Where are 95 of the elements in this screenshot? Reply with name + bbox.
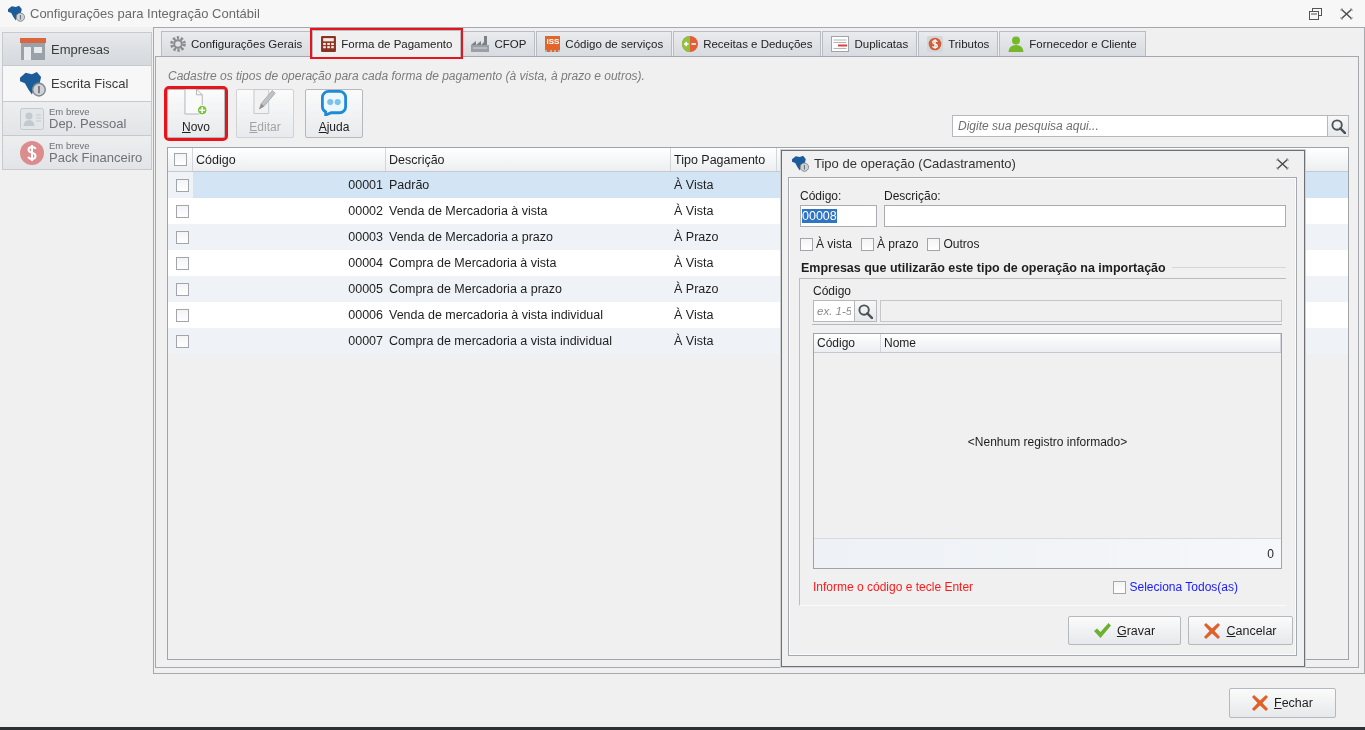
chat-icon: [321, 90, 347, 116]
table-cell-text: Compra de Mercadoria a prazo: [388, 281, 563, 298]
plus-minus-icon: [682, 36, 699, 52]
select-all-label[interactable]: Seleciona Todos(as): [1129, 580, 1238, 594]
cancel-button[interactable]: Cancelar: [1188, 616, 1293, 645]
map-coin-icon: [792, 155, 809, 172]
checkbox[interactable]: [175, 308, 189, 322]
checkbox[interactable]: [175, 230, 189, 244]
column-header[interactable]: Tipo Pagamento: [671, 148, 777, 171]
gear-icon: [170, 36, 186, 52]
id-badge-icon: [20, 107, 44, 130]
iss-tag: ISS: [545, 36, 561, 52]
map-coin-icon: [8, 5, 25, 22]
toolbar-button[interactable]: Ajuda: [305, 89, 363, 138]
table-cell-text: À Vista: [673, 332, 715, 350]
restore-window-icon[interactable]: [1309, 7, 1322, 20]
search-button[interactable]: [1328, 115, 1349, 137]
column-header[interactable]: Descrição: [386, 148, 671, 171]
table-cell-text: 00002: [347, 203, 384, 220]
checkbox[interactable]: [175, 282, 189, 296]
table-cell-text: À Prazo: [673, 228, 720, 246]
description-field[interactable]: [884, 205, 1286, 227]
table-cell-text: Venda de Mercadoria à vista: [388, 203, 549, 220]
cross-icon: [1252, 695, 1269, 711]
search-field[interactable]: Digite sua pesquisa aqui...: [952, 115, 1328, 137]
check-icon: [1093, 623, 1111, 638]
tab[interactable]: Fornecedor e Cliente: [999, 31, 1146, 56]
table-cell-text: À Vista: [673, 254, 715, 272]
table-cell-text: À Prazo: [673, 280, 720, 298]
instruction-text: Cadastre os tipos de operação para cada forma de pagamento (à vista, à prazo e outros).: [167, 68, 646, 84]
dollar-coin-icon: [20, 140, 44, 165]
table-cell: À Vista: [671, 172, 777, 198]
table-cell-text: 00006: [347, 307, 384, 324]
tab[interactable]: CFOP: [462, 31, 536, 56]
checkbox-label[interactable]: À prazo: [877, 237, 919, 251]
window-title: Configurações para Integração Contábil: [30, 6, 260, 21]
checkbox[interactable]: [1113, 580, 1127, 594]
empty-message: <Nenhum registro informado>: [967, 434, 1128, 449]
column-header[interactable]: Código: [814, 334, 881, 352]
pencil-document-icon: [253, 88, 277, 116]
tab[interactable]: Forma de Pagamento: [312, 30, 462, 57]
search-icon: [1330, 118, 1346, 134]
sidebar-item[interactable]: Empresas: [2, 32, 152, 66]
new-document-icon: [184, 88, 208, 116]
close-button[interactable]: Fechar: [1229, 688, 1336, 718]
search-button[interactable]: [855, 300, 877, 322]
tab[interactable]: ISS Código de serviços: [536, 31, 673, 56]
toolbar-button[interactable]: Novo: [167, 89, 225, 138]
search-icon: [858, 303, 873, 319]
table-cell-text: 00005: [347, 281, 384, 298]
hint-text: Informe o código e tecle Enter: [813, 580, 974, 594]
checkbox[interactable]: [175, 256, 189, 270]
table-cell-text: Venda de mercadoria à vista individual: [388, 307, 605, 324]
dialog-title: Tipo de operação (Cadastramento): [814, 156, 1016, 171]
checkbox[interactable]: [175, 204, 189, 218]
table-cell-text: 00007: [347, 333, 384, 350]
table-cell-text: À Vista: [673, 306, 715, 324]
table-cell: 00001: [193, 172, 386, 198]
table-cell: Padrão: [386, 172, 671, 198]
checkbox[interactable]: [927, 237, 941, 251]
dollar-coin-icon: [927, 36, 944, 52]
cross-icon: [1204, 622, 1221, 639]
checkbox[interactable]: [173, 153, 187, 166]
table-cell-text: Compra de mercadoria a vista individual: [388, 333, 614, 350]
checkbox-label[interactable]: À vista: [816, 237, 852, 251]
sidebar-item[interactable]: Escrita Fiscal: [2, 66, 152, 102]
record-count: 0: [1267, 546, 1274, 561]
table-cell-text: 00003: [347, 229, 384, 246]
tab[interactable]: Tributos: [918, 31, 999, 56]
checkbox[interactable]: [175, 334, 189, 348]
tab[interactable]: Receitas e Deduções: [673, 31, 822, 56]
table-cell-text: Venda de Mercadoria a prazo: [388, 229, 554, 246]
checkbox[interactable]: [861, 237, 874, 251]
tab[interactable]: Duplicatas: [822, 31, 918, 56]
column-header[interactable]: Código: [193, 148, 386, 171]
checkbox[interactable]: [175, 178, 189, 192]
column-header[interactable]: Nome: [881, 334, 1281, 352]
table-cell-text: 00004: [347, 255, 384, 272]
table-cell-text: Compra de Mercadoria à vista: [388, 255, 558, 272]
save-button[interactable]: Gravar: [1068, 616, 1181, 645]
person-icon: [1008, 36, 1025, 52]
code-field[interactable]: 00008: [800, 205, 877, 227]
checkbox-label[interactable]: Outros: [943, 237, 980, 251]
tab[interactable]: Configurações Gerais: [161, 31, 312, 56]
table-cell-text: À Vista: [673, 202, 715, 220]
section-title: Empresas que utilizarão este tipo de operação na importação: [800, 260, 1166, 275]
map-coin-icon: [20, 70, 46, 97]
checkbox[interactable]: [800, 237, 813, 251]
calculator-icon: [321, 36, 337, 52]
close-icon[interactable]: [1276, 157, 1289, 170]
close-icon[interactable]: [1340, 7, 1353, 20]
document-icon: [831, 36, 850, 52]
factory-icon: [471, 36, 490, 52]
storefront-icon: [20, 38, 46, 60]
field-label: Código: [813, 284, 853, 298]
